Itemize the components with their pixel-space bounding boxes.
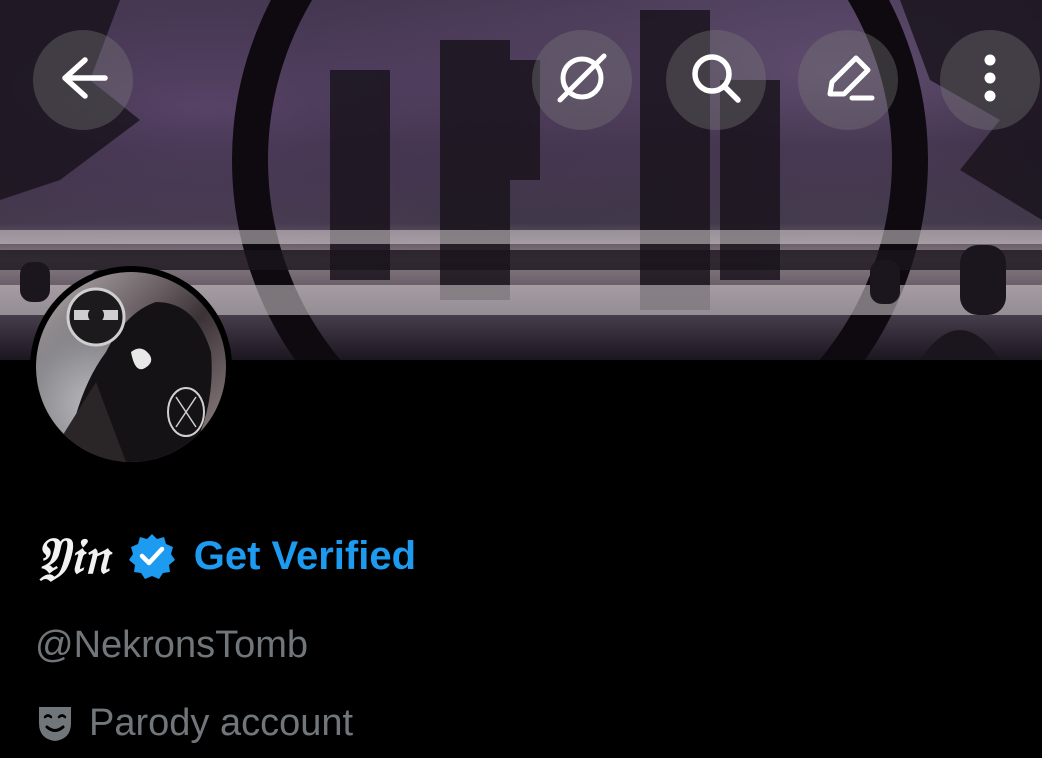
theater-mask-icon <box>35 703 75 743</box>
back-button[interactable] <box>33 30 133 130</box>
display-name: 𝔜𝔦𝔫 <box>36 526 110 585</box>
search-button[interactable] <box>666 30 766 130</box>
pencil-icon <box>818 48 878 113</box>
account-label: Parody account <box>35 700 353 746</box>
account-label-text: Parody account <box>89 702 354 744</box>
search-icon <box>686 48 746 113</box>
edit-button[interactable] <box>798 30 898 130</box>
avatar-image <box>36 272 226 462</box>
more-vertical-icon <box>980 50 1000 111</box>
user-handle: @NekronsTomb <box>35 624 308 666</box>
arrow-left-icon <box>55 54 111 107</box>
grok-button[interactable] <box>532 30 632 130</box>
name-row: 𝔜𝔦𝔫 Get Verified <box>36 526 416 586</box>
grok-slash-icon <box>552 48 612 113</box>
get-verified-link[interactable]: Get Verified <box>194 536 416 576</box>
avatar[interactable] <box>30 266 232 468</box>
more-options-button[interactable] <box>940 30 1040 130</box>
verified-badge-icon[interactable] <box>128 532 176 580</box>
